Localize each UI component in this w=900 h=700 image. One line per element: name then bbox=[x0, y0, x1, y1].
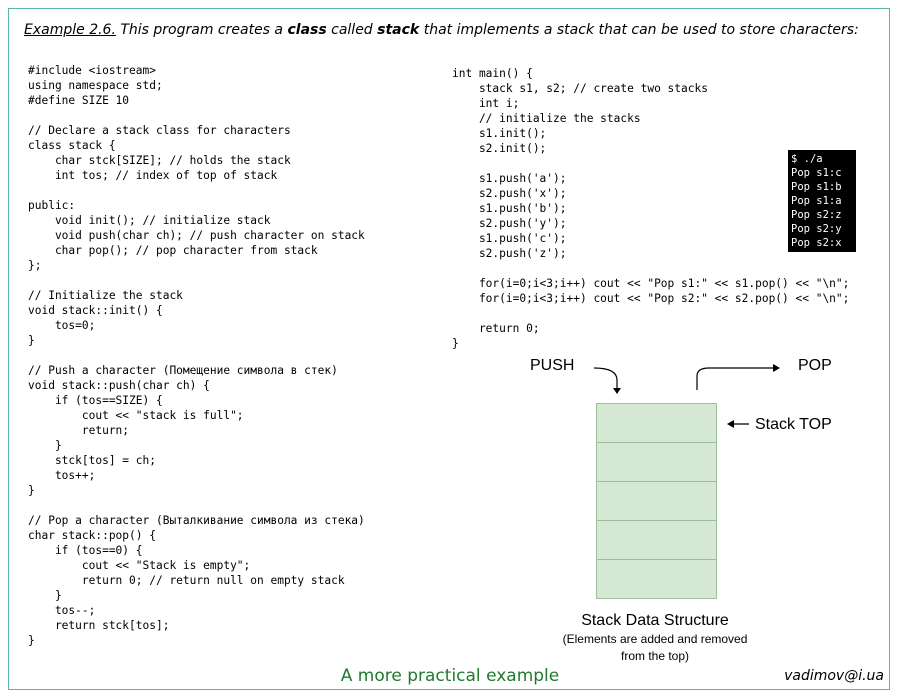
push-arrowhead bbox=[613, 388, 621, 394]
stack-caption: Stack Data Structure (Elements are added… bbox=[520, 612, 790, 664]
push-arrow bbox=[593, 367, 618, 390]
stack-cell bbox=[596, 403, 717, 443]
pop-arrow bbox=[696, 367, 775, 390]
stack-cell bbox=[596, 559, 717, 599]
stack-caption-title: Stack Data Structure bbox=[581, 612, 729, 629]
stack-caption-subtitle-1: (Elements are added and removed bbox=[562, 632, 748, 646]
stack-cell bbox=[596, 520, 717, 560]
pop-arrowhead bbox=[773, 364, 780, 372]
stack-cell bbox=[596, 481, 717, 521]
stack-cell bbox=[596, 442, 717, 482]
stack-top-label: Stack TOP bbox=[755, 416, 832, 433]
author-email: vadimov@i.ua bbox=[784, 668, 884, 684]
pop-label: POP bbox=[798, 357, 832, 374]
stack-arrows bbox=[593, 364, 780, 428]
stack-diagram bbox=[596, 403, 717, 599]
footer-title: A more practical example bbox=[340, 666, 560, 686]
push-label: PUSH bbox=[530, 357, 575, 374]
stack-top-arrowhead bbox=[727, 420, 734, 428]
stack-caption-subtitle-2: from the top) bbox=[620, 649, 690, 663]
